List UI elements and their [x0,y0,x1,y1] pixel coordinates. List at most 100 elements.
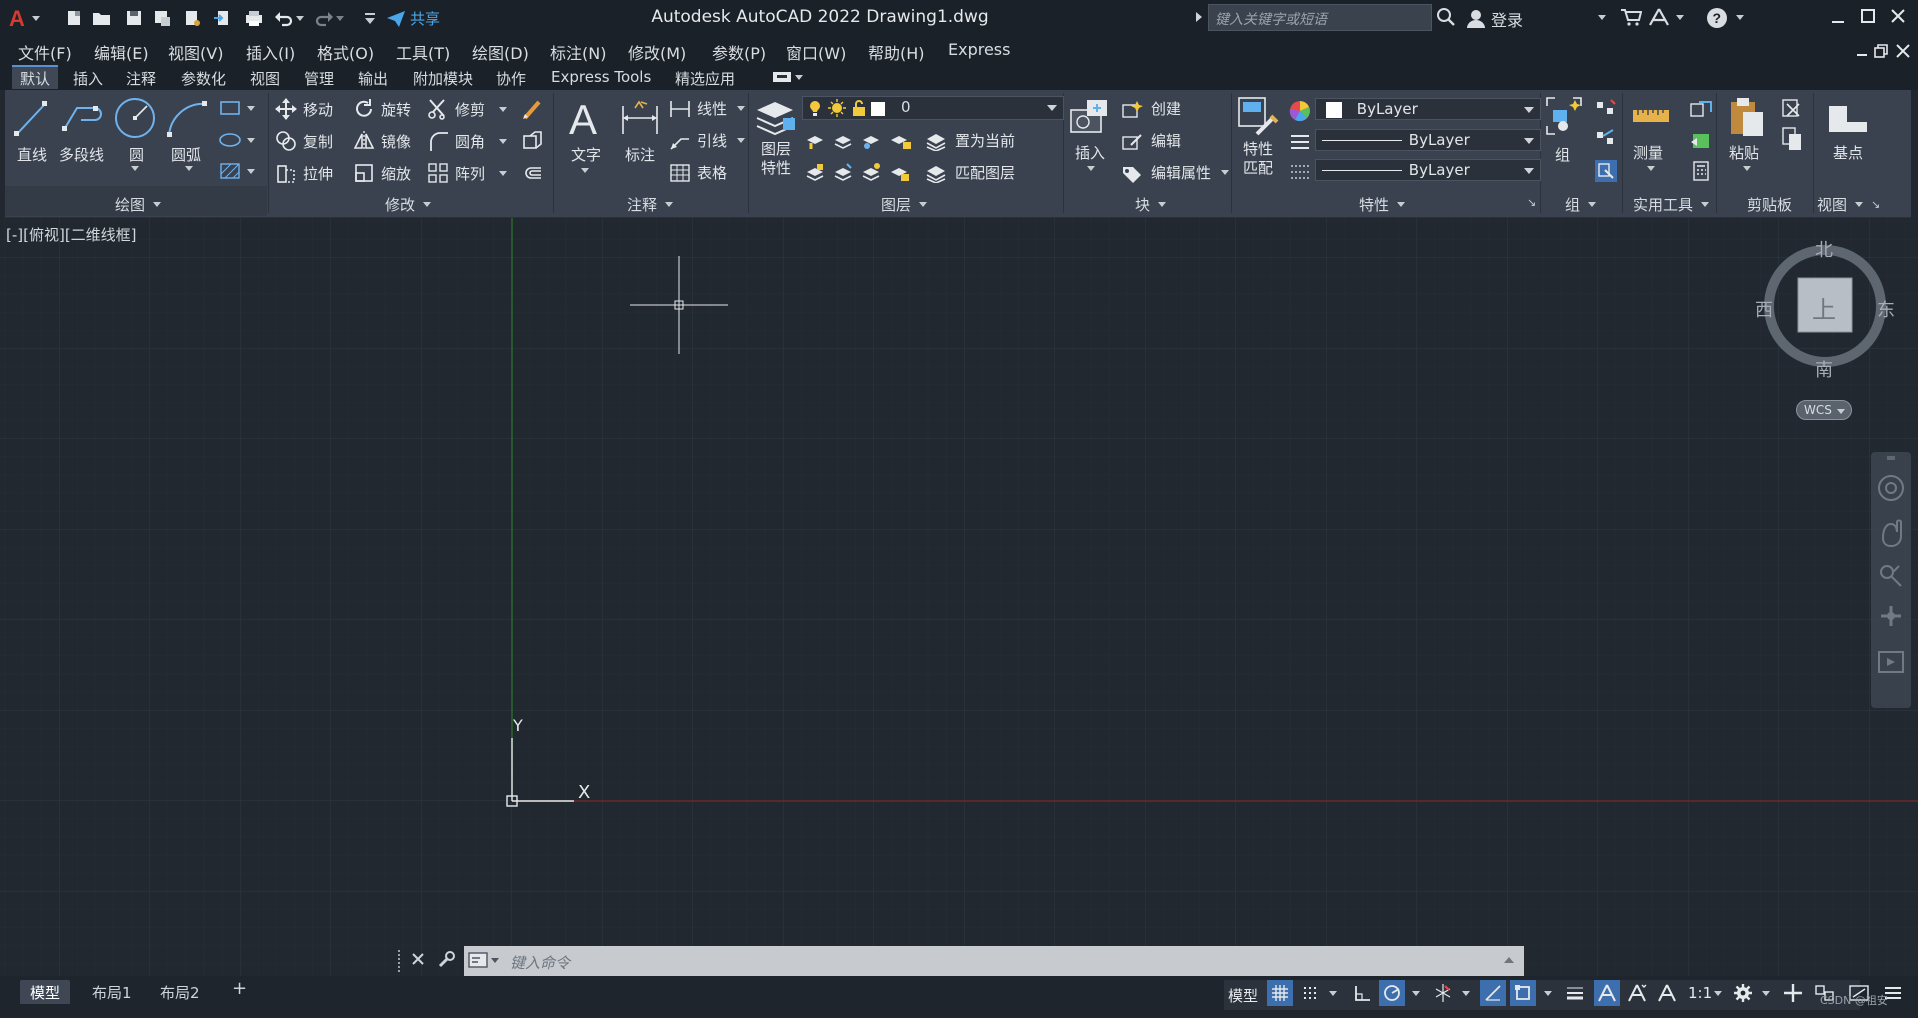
menu-express[interactable]: Express [948,40,1010,59]
snap-dropdown-icon[interactable] [1329,991,1337,996]
cmdline-grip-icon[interactable] [398,946,408,976]
isodraft-button[interactable] [1430,980,1456,1006]
explode-tool-button[interactable] [521,130,543,152]
tab-parametric[interactable]: 参数化 [181,68,226,89]
menu-draw[interactable]: 绘图(D) [472,40,529,64]
clipboard-tools-icons[interactable] [1781,98,1805,154]
stretch-tool-button[interactable]: 拉伸 [275,162,333,184]
help-icon[interactable]: ? [1706,7,1728,29]
linetype-dropdown[interactable]: ByLayer [1315,129,1541,151]
arc-tool-button[interactable]: 圆弧 [165,98,213,178]
auto-scale-button[interactable] [1624,980,1650,1006]
match-properties-button[interactable]: 特性 匹配 [1237,96,1283,182]
create-block-button[interactable]: 创建 [1121,98,1181,119]
minimize-window-icon[interactable] [1830,10,1846,26]
save-as-icon[interactable] [150,6,174,30]
tab-addins[interactable]: 附加模块 [413,68,473,89]
isodraft-dropdown-icon[interactable] [1462,991,1470,996]
menu-edit[interactable]: 编辑(E) [94,40,149,64]
ellipse-tool-button[interactable] [219,132,255,148]
hatch-tool-button[interactable] [219,162,255,180]
edit-attributes-button[interactable]: 编辑属性 [1121,162,1230,183]
draw-panel-title[interactable]: 绘图 [115,194,162,215]
annotation-monitor-button[interactable] [1780,980,1806,1006]
table-button[interactable]: 表格 [669,162,727,183]
menu-view[interactable]: 视图(V) [168,40,223,64]
cmdline-expand-icon[interactable] [1504,957,1514,963]
scale-tool-button[interactable]: 缩放 [353,162,411,184]
layers-panel-title[interactable]: 图层 [881,194,928,215]
new-file-icon[interactable] [62,6,86,30]
annotation-panel-title[interactable]: 注释 [627,194,674,215]
lineweight-toggle-button[interactable] [1562,980,1588,1006]
text-tool-button[interactable]: A 文字 [565,96,613,176]
share-button[interactable]: 共享 [386,8,440,29]
open-file-icon[interactable] [90,6,114,30]
erase-tool-button[interactable] [521,98,543,120]
annotation-visibility-button[interactable] [1594,980,1620,1006]
block-panel-title[interactable]: 块 [1135,194,1167,215]
utilities-panel-title[interactable]: 实用工具 [1633,194,1710,215]
customize-qat-icon[interactable] [358,6,382,30]
color-dropdown[interactable]: ByLayer [1315,98,1541,120]
workspace-dropdown-icon[interactable] [1762,991,1770,996]
viewport-controls-label[interactable]: [-][俯视][二维线框] [6,224,137,245]
color-wheel-icon[interactable] [1289,100,1311,122]
menu-format[interactable]: 格式(O) [317,40,374,64]
mirror-tool-button[interactable]: 镜像 [353,130,411,152]
autodesk-a360-icon[interactable] [1648,7,1670,27]
line-tool-button[interactable]: 直线 [11,98,51,168]
open-web-icon[interactable] [180,6,204,30]
autodesk-app-store-icon[interactable] [1620,8,1642,26]
layer-tool-icons-row1[interactable] [805,130,915,150]
layer-tool-icons-row2[interactable] [805,162,915,182]
ribbon-toggle-button[interactable] [772,71,803,83]
trim-tool-button[interactable]: 修剪 [427,98,508,120]
edit-block-button[interactable]: 编辑 [1121,130,1181,151]
polar-dropdown-icon[interactable] [1412,991,1420,996]
tab-view[interactable]: 视图 [250,68,280,89]
search-input[interactable]: 键入关键字或短语 [1208,4,1432,31]
wcs-menu[interactable]: WCS [1796,400,1852,420]
move-tool-button[interactable]: 移动 [275,98,333,120]
signin-button[interactable]: 登录 [1466,7,1523,31]
circle-tool-button[interactable]: 圆 [113,96,157,176]
tab-featured-apps[interactable]: 精选应用 [675,68,735,89]
measure-button[interactable]: 测量 [1629,96,1679,182]
modify-panel-title[interactable]: 修改 [385,194,432,215]
polar-tracking-button[interactable] [1379,980,1405,1006]
insert-block-button[interactable]: 插入 [1069,96,1115,182]
grid-toggle-button[interactable] [1267,980,1293,1006]
array-tool-button[interactable]: 阵列 [427,162,508,184]
leader-button[interactable]: 引线 [669,130,746,151]
tab-insert[interactable]: 插入 [73,68,103,89]
viewcube-west[interactable]: 西 [1755,296,1773,322]
menu-window[interactable]: 窗口(W) [786,40,846,64]
menu-tools[interactable]: 工具(T) [396,40,450,64]
properties-panel-title[interactable]: 特性 [1359,194,1406,215]
cmdline-close-icon[interactable] [410,951,426,967]
rotate-tool-button[interactable]: 旋转 [353,98,411,120]
command-input[interactable]: 键入命令 [510,952,570,973]
recent-commands-button[interactable] [468,951,499,969]
annotation-scale[interactable]: 1:1 [1688,984,1712,1002]
object-snap-button[interactable] [1510,980,1536,1006]
application-menu-button[interactable]: A [4,6,42,30]
search-icon[interactable] [1436,7,1456,27]
fillet-tool-button[interactable]: 圆角 [427,130,508,152]
utility-tools-icons[interactable] [1689,98,1713,184]
close-window-icon[interactable] [1890,8,1906,24]
model-space-button[interactable]: 模型 [1228,985,1258,1006]
layout-tab-layout2[interactable]: 布局2 [150,980,210,1004]
tab-manage[interactable]: 管理 [304,68,334,89]
search-expand-arrow-icon[interactable] [1196,12,1202,22]
tab-default[interactable]: 默认 [12,65,59,89]
menu-help[interactable]: 帮助(H) [868,40,925,64]
dimension-tool-button[interactable]: 标注 [619,98,665,168]
layout-tab-model[interactable]: 模型 [20,980,71,1004]
signin-dropdown-icon[interactable] [1598,15,1606,20]
tab-output[interactable]: 输出 [358,68,388,89]
groups-panel-title[interactable]: 组 [1565,194,1597,215]
cmdline-customize-icon[interactable] [436,950,456,970]
lineweight-dropdown[interactable]: ByLayer [1315,159,1541,181]
